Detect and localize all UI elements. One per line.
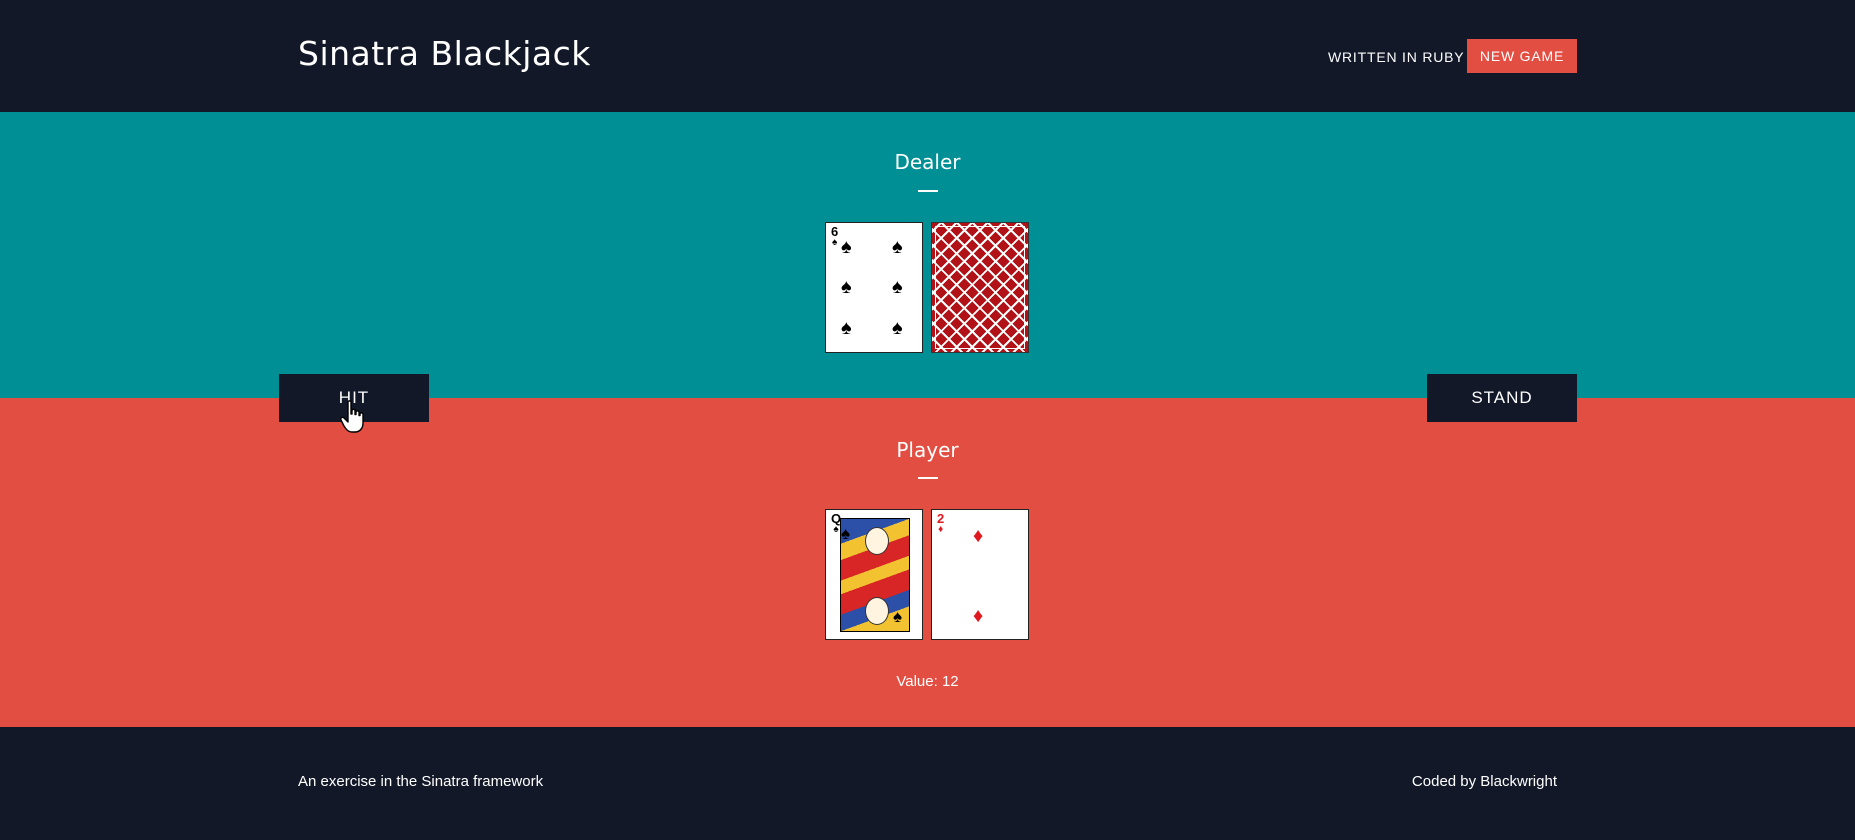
footer-credit: Coded by Blackwright: [1411, 773, 1557, 790]
player-divider: [918, 477, 938, 479]
new-game-button[interactable]: NEW GAME: [1467, 39, 1577, 73]
diamond-icon: ♦: [973, 525, 984, 547]
site-title[interactable]: Sinatra Blackjack: [298, 34, 591, 73]
card-corner: 6 ♠: [831, 225, 838, 248]
spade-icon: ♠: [841, 524, 851, 543]
spade-icon: ♠: [841, 236, 852, 258]
player-hand-value: Value: 12: [896, 673, 959, 690]
dealer-card-face-down: [931, 222, 1029, 353]
spade-icon: ♠: [892, 317, 903, 339]
dealer-section: Dealer 6 ♠ ♠ ♠ ♠ ♠ ♠ ♠: [0, 112, 1855, 398]
written-in-ruby-link[interactable]: WRITTEN IN RUBY: [1328, 49, 1464, 65]
spade-icon: ♠: [841, 317, 852, 339]
player-card-queen-spades: Q ♠ ♠ ♠: [825, 509, 923, 640]
spade-icon: ♠: [833, 524, 839, 535]
site-header: Sinatra Blackjack WRITTEN IN RUBY NEW GA…: [0, 0, 1855, 112]
queen-face-top: [865, 527, 889, 555]
site-footer: An exercise in the Sinatra framework Cod…: [0, 727, 1855, 840]
spade-icon: ♠: [892, 236, 903, 258]
spade-icon: ♠: [892, 276, 903, 298]
player-title: Player: [896, 438, 959, 462]
hand-pointer-icon: [340, 400, 364, 433]
card-corner: 2 ♦: [937, 512, 944, 535]
dealer-divider: [918, 190, 938, 192]
spade-icon: ♠: [831, 237, 838, 248]
stand-button[interactable]: STAND: [1427, 374, 1577, 422]
spade-icon: ♠: [841, 276, 852, 298]
queen-face-bottom: [865, 597, 889, 625]
diamond-icon: ♦: [973, 605, 984, 627]
card-corner: Q ♠: [831, 512, 841, 535]
diamond-icon: ♦: [938, 524, 944, 535]
dealer-title: Dealer: [894, 150, 961, 174]
spade-icon: ♠: [893, 607, 903, 626]
dealer-card-6-spades: 6 ♠ ♠ ♠ ♠ ♠ ♠ ♠: [825, 222, 923, 353]
player-card-2-diamonds: 2 ♦ ♦ ♦: [931, 509, 1029, 640]
footer-description: An exercise in the Sinatra framework: [298, 773, 544, 790]
